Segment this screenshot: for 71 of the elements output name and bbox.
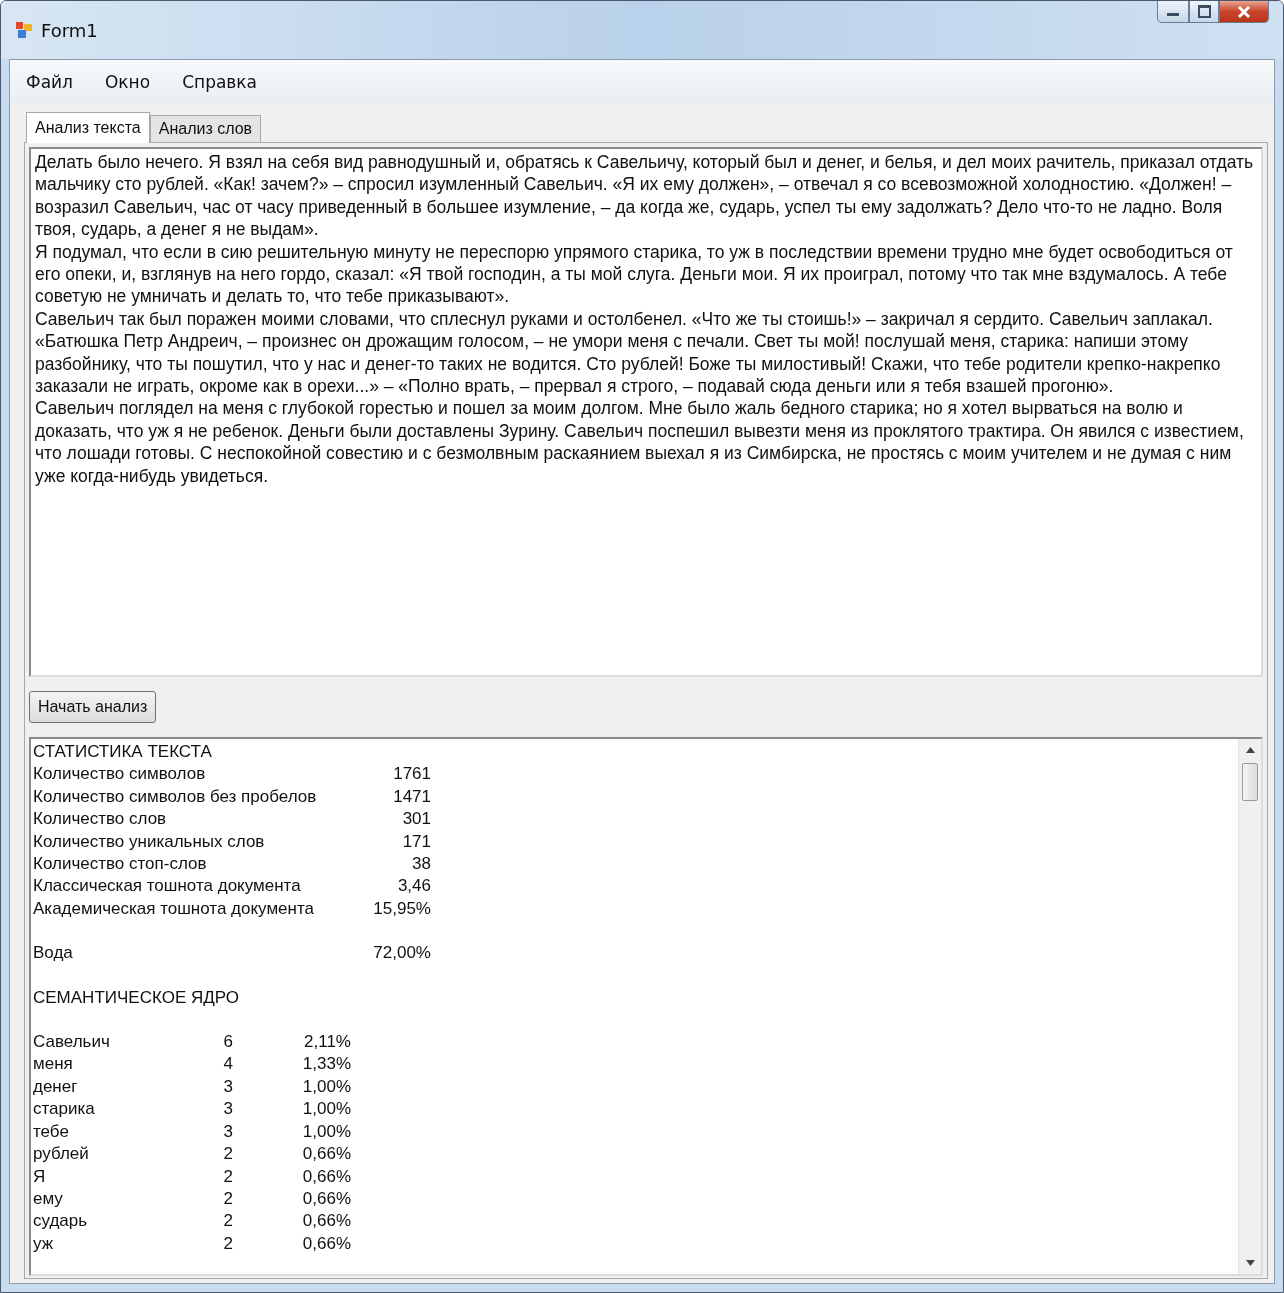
percent-cell-text: 0,66% bbox=[301, 1232, 351, 1255]
count-cell-text: 6 bbox=[222, 1031, 233, 1054]
stat-label: Количество стоп-слов bbox=[33, 853, 208, 876]
window-title: Form1 bbox=[41, 19, 98, 41]
stat-value: 38 bbox=[411, 853, 431, 876]
word-cell-text: Я bbox=[33, 1165, 47, 1188]
word-cell-text: денег bbox=[33, 1075, 79, 1098]
maximize-icon bbox=[1197, 5, 1211, 18]
stat-label: Количество слов bbox=[33, 808, 168, 831]
percent-cell-text: 1,00% bbox=[301, 1098, 351, 1121]
menu-item[interactable]: Окно bbox=[104, 72, 151, 92]
minimize-button[interactable] bbox=[1157, 1, 1189, 23]
stat-label: Количество символов без пробелов bbox=[33, 785, 318, 808]
text-paragraph: Делать было нечего. Я взял на себя вид равнодушный и, обратясь к Савельичу, который был и денег, и белья, и дел моих рачитель, приказал отдать мальчику сто рублей. «Как! зачем?» – спросил изумленный Савельич. «Я их ему должен», – отвечал я со всевозможной холодностию. «Должен! – возразил Савельич, час от часу приведенный в большее изумление, – да когда же, сударь, успел ты ему задолжать? Дело что-то не ладно. Воля твоя, сударь, а денег я не выдам». bbox=[35, 151, 1255, 241]
percent-cell-text: 1,00% bbox=[301, 1075, 351, 1098]
scroll-thumb[interactable] bbox=[1242, 763, 1258, 801]
percent-cell-text: 0,66% bbox=[301, 1143, 351, 1166]
stat-value: 3,46 bbox=[396, 875, 431, 898]
stat-value: 15,95% bbox=[372, 897, 431, 920]
word-cell-text: ему bbox=[33, 1187, 64, 1210]
scrollbar[interactable] bbox=[1238, 739, 1261, 1274]
word-cell-text: Савельич bbox=[33, 1031, 111, 1054]
stat-label: Академическая тошнота документа bbox=[33, 897, 315, 920]
percent-cell-text: 1,00% bbox=[301, 1120, 351, 1143]
stat-label: Количество символов bbox=[33, 763, 207, 786]
stat-value: 1761 bbox=[392, 763, 431, 786]
percent-cell-text: 0,66% bbox=[301, 1187, 351, 1210]
analyze-button[interactable]: Начать анализ bbox=[29, 691, 157, 723]
word-cell-text: сударь bbox=[33, 1210, 89, 1233]
count-cell-text: 2 bbox=[222, 1187, 233, 1210]
app-icon bbox=[15, 21, 33, 39]
percent-cell-text: 0,66% bbox=[301, 1165, 351, 1188]
maximize-button[interactable] bbox=[1189, 1, 1219, 23]
percent-cell-text: 0,66% bbox=[301, 1210, 351, 1233]
count-cell-text: 3 bbox=[222, 1075, 233, 1098]
scroll-down-icon[interactable] bbox=[1245, 1260, 1255, 1266]
text-paragraph: Савельич поглядел на меня с глубокой горестью и пошел за моим долгом. Мне было жаль бедного старика; но я хотел вырваться на волю и доказать, что уж я не ребенок. Деньги были доставлены Зурину. Савельич поспешил вывезти меня из проклятого трактира. Он явился с известием, что лошади готовы. С неспокойной совестию и с безмолвным раскаянием выехал я из Симбирска, не простясь с моим учителем и не думая с ним уже когда-нибудь увидеться. bbox=[35, 397, 1245, 488]
section-heading: СТАТИСТИКА ТЕКСТА bbox=[33, 741, 213, 763]
stat-value: 301 bbox=[401, 808, 431, 831]
tab[interactable]: Анализ слов bbox=[149, 115, 262, 142]
text-paragraph: Савельич так был поражен моими словами, что сплеснул руками и остолбенел. «Что же ты стоишь!» – закричал я сердито. Савельич заплакал. «Батюшка Петр Андреич, – произнес он дрожащим голосом, – не умори меня с печали. Свет ты мой! послушай меня, старика: напиши этому разбойнику, что ты пошутил, что у нас и денег-то таких не водится. Сто рублей! Боже ты милостивый! Скажи, что тебе родители крепко-накрепко заказали не играть, окроме как в орехи...» – «Полно врать, – прервал я строго, – подавай сюда деньги или я тебя взашей прогоню». bbox=[35, 307, 1222, 398]
stat-label: Вода bbox=[33, 942, 74, 965]
count-cell-text: 2 bbox=[222, 1165, 233, 1188]
stat-label: Классическая тошнота документа bbox=[33, 875, 302, 898]
word-cell-text: старика bbox=[33, 1098, 96, 1121]
stat-label: Количество уникальных слов bbox=[33, 830, 266, 853]
stat-value: 72,00% bbox=[372, 942, 431, 965]
text-input[interactable] bbox=[29, 147, 1263, 677]
count-cell-text: 2 bbox=[222, 1143, 233, 1166]
percent-cell-text: 2,11% bbox=[303, 1031, 351, 1054]
percent-cell-text: 1,33% bbox=[301, 1053, 351, 1076]
word-cell-text: уж bbox=[33, 1232, 55, 1255]
word-cell-text: тебе bbox=[33, 1120, 70, 1143]
close-button[interactable] bbox=[1219, 1, 1269, 23]
stat-value: 1471 bbox=[392, 785, 431, 808]
count-cell-text: 4 bbox=[222, 1053, 233, 1076]
menu-item[interactable]: Справка bbox=[182, 72, 258, 92]
stat-value: 171 bbox=[401, 830, 431, 853]
text-paragraph: Я подумал, что если в сию решительную минуту не переспорю упрямого старика, то уж в последствии времени трудно мне будет освободиться от его опеки, и, взглянув на него гордо, сказал: «Я твой господин, а ты мой слуга. Деньги мои. Я их проиграл, потому что так мне вздумалось. А тебе советую не умничать и делать то, что тебе приказывают». bbox=[35, 240, 1234, 308]
count-cell-text: 2 bbox=[222, 1232, 233, 1255]
menu-item[interactable]: Файл bbox=[26, 72, 73, 92]
section-heading: СЕМАНТИЧЕСКОЕ ЯДРО bbox=[33, 986, 240, 1009]
count-cell-text: 3 bbox=[222, 1098, 233, 1121]
minimize-icon bbox=[1167, 13, 1179, 16]
word-cell-text: рублей bbox=[33, 1143, 90, 1166]
count-cell-text: 2 bbox=[222, 1210, 233, 1233]
tab[interactable]: Анализ текста bbox=[26, 112, 150, 143]
word-cell-text: меня bbox=[33, 1053, 74, 1076]
scroll-up-icon[interactable] bbox=[1245, 747, 1255, 753]
close-icon bbox=[1237, 5, 1251, 18]
count-cell-text: 3 bbox=[222, 1120, 233, 1143]
